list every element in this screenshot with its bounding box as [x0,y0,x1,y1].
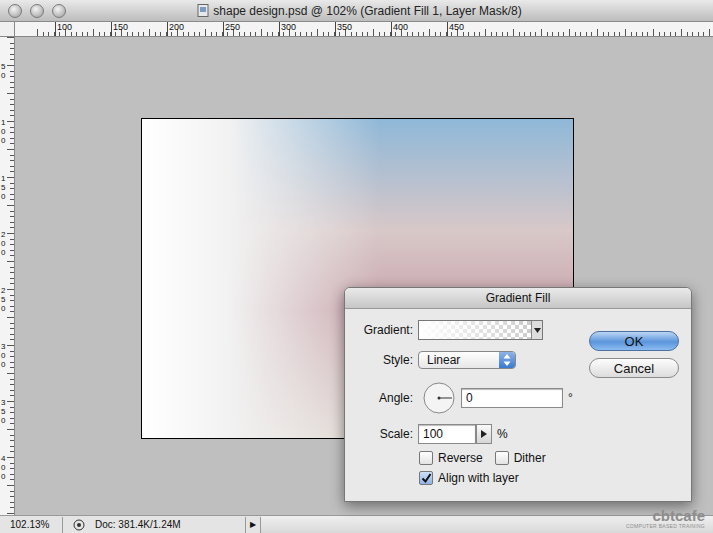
angle-dial[interactable] [422,381,456,415]
status-bar: 102.13% Doc: 381.4K/1.24M ▶ [0,515,713,533]
doc-size: Doc: 381.4K/1.24M [95,519,245,530]
horizontal-scrollbar[interactable] [261,516,713,533]
cancel-button[interactable]: Cancel [589,358,679,378]
checkbox[interactable]: Reverse [419,451,483,465]
scale-unit: % [497,427,508,441]
select-arrows-icon [502,353,512,367]
ruler-label: 350 [1,398,5,425]
watermark: cbtcafe COMPUTER BASED TRAINING [626,508,705,529]
ruler-label: 150 [1,174,5,201]
checkbox[interactable]: Align with layer [419,471,519,485]
style-select[interactable]: Linear [418,351,516,369]
checkbox[interactable]: Dither [495,451,546,465]
gradient-fill-dialog: Gradient Fill Gradient: Style: Linear An… [344,287,692,502]
close-button[interactable] [8,4,22,18]
gradient-dropdown[interactable] [531,321,542,339]
scale-label: Scale: [351,427,413,441]
angle-label: Angle: [351,391,413,405]
style-label: Style: [351,353,413,367]
slider-arrow-icon [481,430,487,438]
dialog-title: Gradient Fill [345,288,691,309]
ruler-label: 400 [391,22,408,36]
document-icon [197,4,209,17]
ruler-label: 100 [1,118,5,145]
gradient-picker[interactable] [418,320,543,340]
ruler-label: 200 [167,22,184,36]
scale-field[interactable]: 100 [418,424,476,444]
zoom-field[interactable]: 102.13% [0,517,63,533]
gradient-label: Gradient: [351,323,413,337]
top-ruler: 100 150 200 250 300 350 400 450 [15,22,713,37]
angle-unit: ° [568,391,573,405]
ruler-label: 100 [55,22,72,36]
angle-field[interactable]: 0 [461,388,563,408]
ok-button[interactable]: OK [589,331,679,351]
title-bar: shape design.psd @ 102% (Gradient Fill 1… [0,0,713,22]
ruler-label: 250 [223,22,240,36]
ruler-label: 400 [1,454,5,481]
minimize-button[interactable] [30,4,44,18]
document-window: shape design.psd @ 102% (Gradient Fill 1… [0,0,713,533]
ruler-corner [0,22,15,37]
zoom-button[interactable] [52,4,66,18]
ruler-label: 300 [279,22,296,36]
ruler-label: 300 [1,342,5,369]
scale-slider-button[interactable] [476,424,492,444]
info-icon[interactable] [73,519,85,531]
ruler-label: 50 [1,62,5,80]
gradient-swatch[interactable] [419,321,531,339]
left-ruler: 50 100 150 200 250 300 350 400 [0,37,15,515]
ruler-label: 150 [111,22,128,36]
window-title: shape design.psd @ 102% (Gradient Fill 1… [213,4,521,18]
ruler-label: 250 [1,286,5,313]
dropdown-arrow-icon [534,328,541,333]
ruler-label: 450 [447,22,464,36]
ruler-label: 350 [335,22,352,36]
ruler-label: 200 [1,230,5,257]
checkmark-icon [421,473,432,484]
status-menu-button[interactable]: ▶ [245,517,261,533]
